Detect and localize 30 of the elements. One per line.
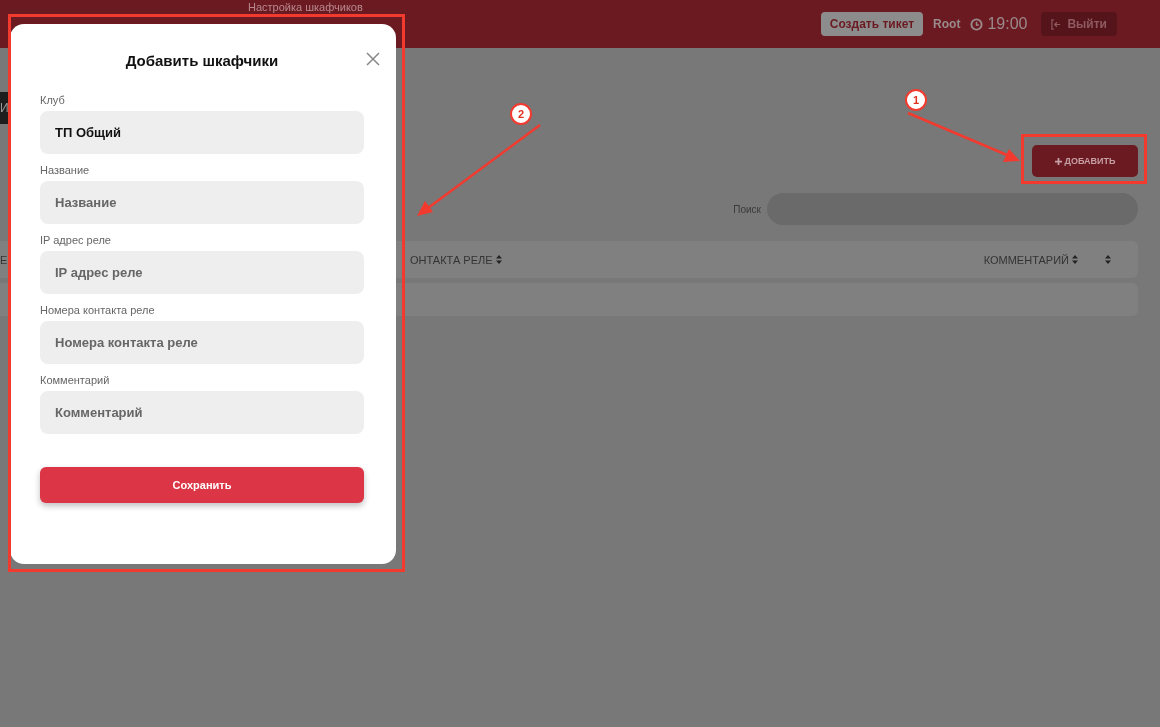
sort-icon[interactable]: [1072, 255, 1078, 264]
field-label: Номера контакта реле: [40, 304, 156, 316]
plus-icon: [1054, 157, 1062, 165]
input-field[interactable]: Название: [40, 181, 364, 224]
side-tab[interactable]: И: [0, 92, 8, 124]
logout-button[interactable]: Выйти: [1041, 12, 1117, 36]
sort-icon[interactable]: [1105, 255, 1111, 264]
column-header[interactable]: КОММЕНТАРИЙ: [983, 253, 1078, 266]
time-display: 19:00: [970, 15, 1028, 33]
page-title: Настройка шкафчиков: [248, 1, 363, 13]
input-field[interactable]: Комментарий: [40, 391, 364, 434]
field-label: IP адрес реле: [40, 234, 112, 246]
search-label: Поиск: [733, 203, 761, 215]
create-ticket-button[interactable]: Создать тикет: [820, 12, 924, 36]
input-field[interactable]: IP адрес реле: [40, 251, 364, 294]
column-header[interactable]: ОНТАКТА РЕЛЕ: [410, 253, 984, 266]
add-button[interactable]: ДОБАВИТЬ: [1032, 145, 1138, 177]
save-button[interactable]: Сохранить: [40, 467, 364, 503]
field-label: Комментарий: [40, 374, 111, 386]
user-name: Root: [933, 17, 961, 31]
field-label: Название: [40, 164, 91, 176]
clock-icon: [970, 17, 984, 31]
step-number: 1: [905, 89, 927, 111]
input-field[interactable]: ТП Общий: [40, 111, 364, 154]
dialog-title: Добавить шкафчики: [125, 51, 279, 69]
sort-icon[interactable]: [495, 255, 502, 264]
step-number: 2: [510, 103, 532, 125]
field-label: Клуб: [40, 94, 66, 106]
logout-icon: [1051, 18, 1063, 30]
input-field[interactable]: Номера контакта реле: [40, 321, 364, 364]
